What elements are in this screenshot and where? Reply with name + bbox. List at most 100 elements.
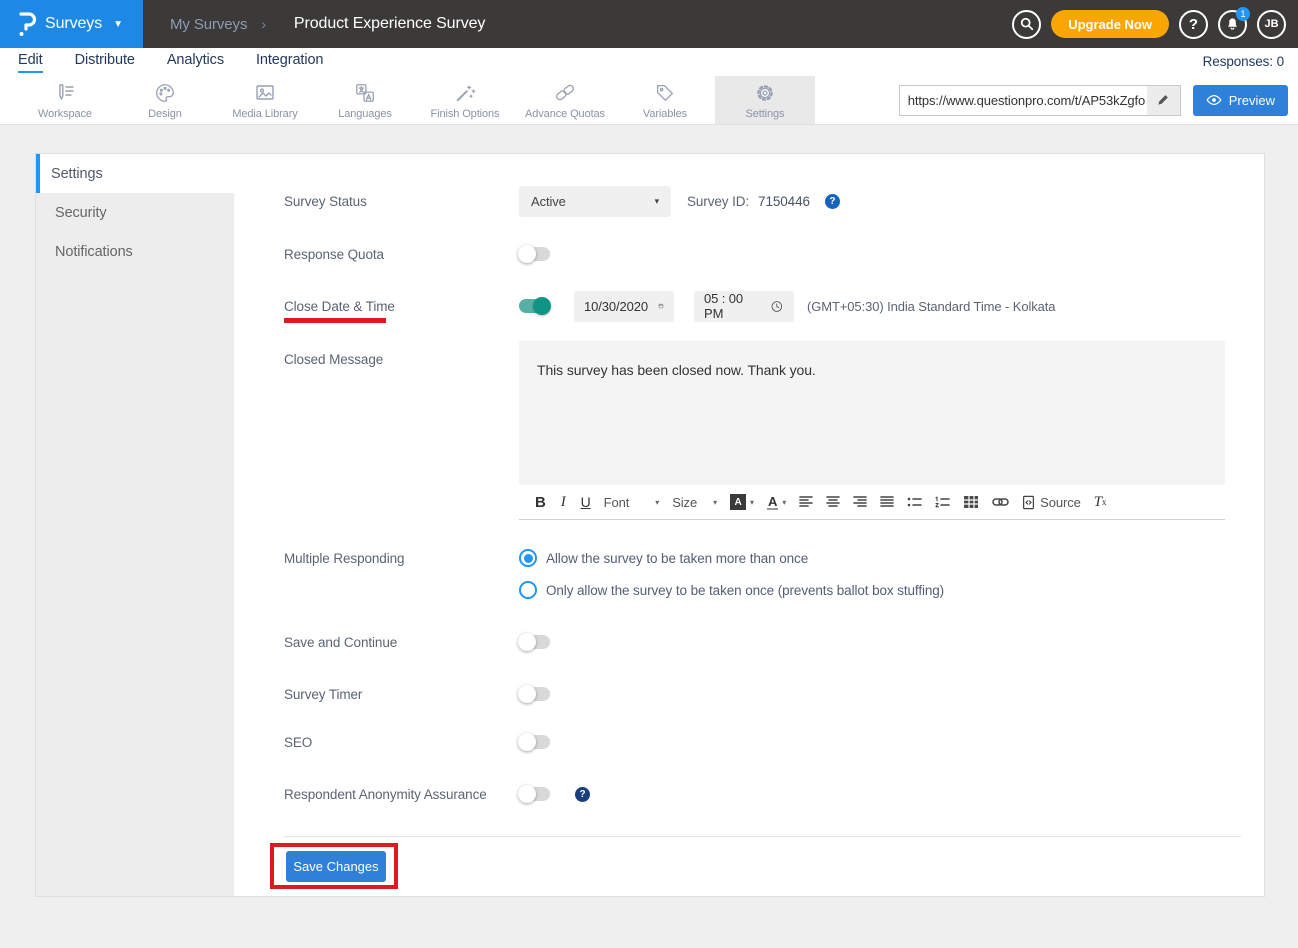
seo-label: SEO [284,735,519,750]
survey-status-select[interactable]: Active ▾ [519,186,671,217]
header-actions: Upgrade Now ? 1 JB [1012,10,1298,39]
align-left-icon [799,496,813,508]
bulleted-list-icon [907,496,922,508]
notifications-button[interactable]: 1 [1218,10,1247,39]
search-icon [1020,17,1034,31]
italic-button[interactable]: I [559,494,568,511]
closed-message-input[interactable]: This survey has been closed now. Thank y… [519,341,1225,485]
tab-integration[interactable]: Integration [256,52,323,73]
tab-distribute[interactable]: Distribute [75,52,135,73]
edit-toolbar: Workspace Design Media Library Languages… [0,76,1298,125]
closed-message-row: Closed Message This survey has been clos… [284,341,1225,520]
magic-wand-icon [453,81,477,105]
justify-icon [880,496,894,508]
toolbar-item-design[interactable]: Design [115,76,215,124]
close-date-field[interactable]: 10/30/2020 [574,291,674,322]
section-tabs: Edit Distribute Analytics Integration Re… [0,48,1298,76]
toolbar-item-finish-options[interactable]: Finish Options [415,76,515,124]
upgrade-now-button[interactable]: Upgrade Now [1051,10,1169,38]
align-right-button[interactable] [853,496,867,508]
align-right-icon [853,496,867,508]
source-button[interactable]: Source [1022,495,1081,510]
align-center-icon [826,496,840,508]
clock-icon [770,299,784,314]
save-and-continue-row: Save and Continue [284,626,550,658]
chevron-down-icon: ▾ [782,498,786,507]
seo-toggle[interactable] [519,735,550,749]
underline-button[interactable]: U [581,494,591,510]
justify-button[interactable] [880,496,894,508]
survey-id-value: 7150446 [758,194,810,209]
divider [284,836,1241,837]
sidebar-item-settings[interactable]: Settings [36,154,234,193]
numbered-list-icon [935,496,950,508]
toolbar-item-media-library[interactable]: Media Library [215,76,315,124]
close-time-field[interactable]: 05 : 00 PM [694,291,794,322]
font-dropdown[interactable]: Font ▾ [604,495,660,510]
settings-sidebar: Settings Security Notifications [36,154,234,896]
survey-id-label: Survey ID: [687,194,749,209]
toolbar-item-languages[interactable]: Languages [315,76,415,124]
multiple-responding-row: Multiple Responding Allow the survey to … [284,546,944,602]
survey-id-help-icon[interactable]: ? [825,194,840,209]
sidebar-item-notifications[interactable]: Notifications [36,232,234,271]
respondent-anonymity-help-icon[interactable]: ? [575,787,590,802]
tag-icon [653,81,677,105]
toolbar-item-advance-quotas[interactable]: Advance Quotas [515,76,615,124]
response-quota-toggle[interactable] [519,247,550,261]
chevron-down-icon: ▼ [113,19,123,30]
save-and-continue-toggle[interactable] [519,635,550,649]
bold-button[interactable]: B [535,494,546,511]
breadcrumb-separator: › [261,16,266,32]
respondent-anonymity-toggle[interactable] [519,787,550,801]
help-button[interactable]: ? [1179,10,1208,39]
background-color-button[interactable]: A ▾ [730,494,754,510]
breadcrumb: My Surveys › Product Experience Survey [170,15,485,33]
respondent-anonymity-label: Respondent Anonymity Assurance [284,787,519,802]
sidebar-item-security[interactable]: Security [36,193,234,232]
settings-panel: Settings Security Notifications Survey S… [35,153,1265,897]
multiple-responding-options: Allow the survey to be taken more than o… [519,546,944,602]
questionpro-logo-icon [16,10,36,38]
tab-analytics[interactable]: Analytics [167,52,224,73]
survey-timer-toggle[interactable] [519,687,550,701]
annotation-underline [284,318,386,323]
closed-message-editor: This survey has been closed now. Thank y… [519,341,1225,520]
radio-allow-once[interactable]: Only allow the survey to be taken once (… [519,578,944,602]
multiple-responding-label: Multiple Responding [284,546,519,566]
numbered-list-button[interactable] [935,496,950,508]
align-left-button[interactable] [799,496,813,508]
response-quota-row: Response Quota [284,238,550,270]
table-icon [963,495,979,509]
toolbar-item-settings[interactable]: Settings [715,76,815,124]
page-title: Product Experience Survey [294,15,485,33]
chevron-down-icon: ▾ [713,498,717,507]
save-changes-button[interactable]: Save Changes [286,851,386,882]
close-date-time-row: Close Date & Time 10/30/2020 05 : 00 PM … [284,290,1055,322]
align-center-button[interactable] [826,496,840,508]
product-switcher[interactable]: Surveys ▼ [0,0,143,48]
remove-format-button[interactable]: Tx [1094,494,1107,511]
edit-url-button[interactable] [1147,86,1180,115]
preview-button[interactable]: Preview [1193,85,1288,116]
close-date-time-toggle[interactable] [519,299,550,313]
closed-message-label: Closed Message [284,341,519,367]
size-dropdown[interactable]: Size ▾ [672,495,717,510]
workspace-icon [53,81,77,105]
product-name: Surveys [45,15,102,33]
bulleted-list-button[interactable] [907,496,922,508]
radio-allow-multiple[interactable]: Allow the survey to be taken more than o… [519,546,944,570]
toolbar-item-workspace[interactable]: Workspace [15,76,115,124]
source-icon [1022,495,1035,510]
text-color-button[interactable]: A ▾ [767,495,786,510]
link-button[interactable] [992,496,1009,508]
tab-edit[interactable]: Edit [18,52,43,73]
survey-url-field[interactable]: https://www.questionpro.com/t/AP53kZgfo [899,85,1181,116]
toolbar-item-variables[interactable]: Variables [615,76,715,124]
timezone-text: (GMT+05:30) India Standard Time - Kolkat… [807,299,1055,314]
close-date-time-label: Close Date & Time [284,299,519,314]
search-button[interactable] [1012,10,1041,39]
table-button[interactable] [963,495,979,509]
breadcrumb-my-surveys[interactable]: My Surveys [170,16,247,33]
avatar[interactable]: JB [1257,10,1286,39]
